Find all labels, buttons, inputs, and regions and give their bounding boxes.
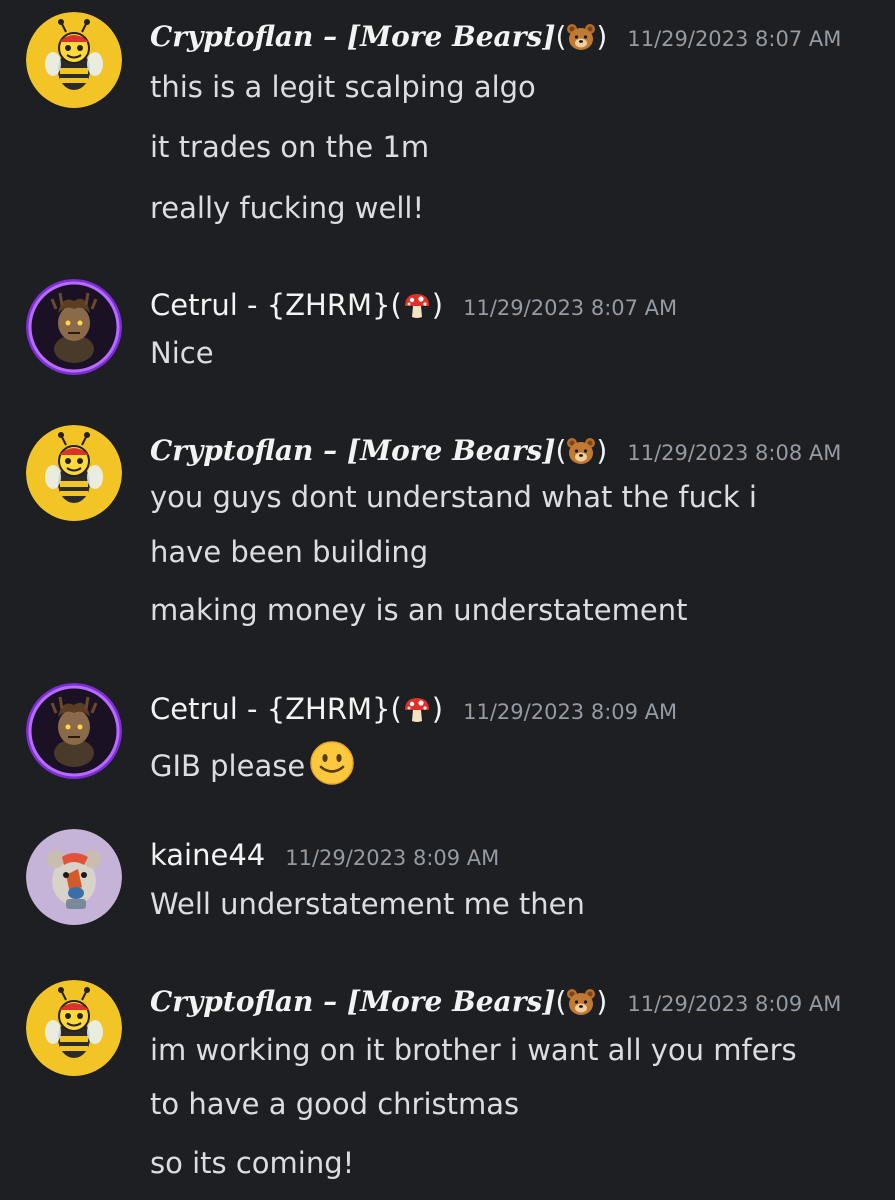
bee-avatar-icon [26,425,122,521]
mushroom-icon [402,291,432,321]
message-text: so its coming! [150,1146,355,1180]
bee-avatar-icon [26,980,122,1076]
message-text-content: GIB please [150,749,306,783]
message-text: im working on it brother i want all you … [150,1033,797,1067]
timestamp: 11/29/2023 8:07 AM [627,27,842,51]
message-text: to have a good christmas [150,1087,520,1121]
bee-avatar-icon [26,12,122,108]
bear-face-icon [566,987,596,1017]
avatar[interactable] [26,279,122,375]
timestamp: 11/29/2023 8:09 AM [285,846,500,870]
cetrul-avatar-icon [26,279,122,375]
message-header: Cryptoflan – [More Bears]() 11/29/2023 8… [150,434,841,467]
username[interactable]: Cetrul - {ZHRM}() [150,692,443,726]
avatar[interactable] [26,425,122,521]
username[interactable]: Cryptoflan – [More Bears]() [150,434,607,467]
timestamp: 11/29/2023 8:08 AM [627,441,842,465]
avatar[interactable] [26,829,122,925]
message-header: Cryptoflan – [More Bears]() 11/29/2023 8… [150,20,841,53]
message-text: really fucking well! [150,191,425,225]
mushroom-icon [402,695,432,725]
avatar[interactable] [26,12,122,108]
username[interactable]: Cryptoflan – [More Bears]() [150,20,607,53]
message-text: making money is an understatement [150,593,688,627]
timestamp: 11/29/2023 8:09 AM [627,992,842,1016]
message-header: Cetrul - {ZHRM}() 11/29/2023 8:07 AM [150,288,677,322]
timestamp: 11/29/2023 8:07 AM [463,296,678,320]
username[interactable]: Cryptoflan – [More Bears]() [150,985,607,1018]
username[interactable]: Cetrul - {ZHRM}() [150,288,443,322]
message-text: this is a legit scalping algo [150,70,536,104]
avatar[interactable] [26,683,122,779]
username[interactable]: kaine44 [150,838,265,872]
message-text: you guys dont understand what the fuck i [150,480,757,514]
message-header: kaine44 11/29/2023 8:09 AM [150,838,499,872]
message-text: it trades on the 1m [150,130,430,164]
message-text: GIB please [150,740,355,786]
slightly-smiling-face-icon [309,740,355,786]
message-header: Cryptoflan – [More Bears]() 11/29/2023 8… [150,985,841,1018]
message-text: Well understatement me then [150,887,585,921]
message-text: have been building [150,535,429,569]
bear-face-icon [566,22,596,52]
message-header: Cetrul - {ZHRM}() 11/29/2023 8:09 AM [150,692,677,726]
avatar[interactable] [26,980,122,1076]
cetrul-avatar-icon [26,683,122,779]
message-text: Nice [150,336,214,370]
kaine-avatar-icon [26,829,122,925]
timestamp: 11/29/2023 8:09 AM [463,700,678,724]
bear-face-icon [566,436,596,466]
